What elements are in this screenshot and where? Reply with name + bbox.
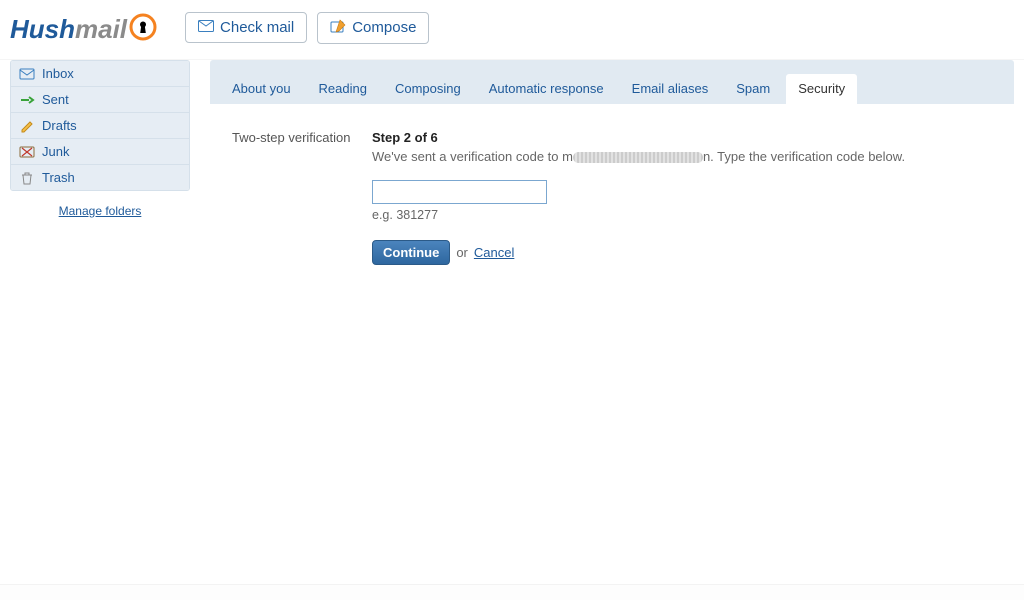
sidebar-item-junk[interactable]: Junk (11, 139, 189, 165)
tab-about-you[interactable]: About you (220, 74, 303, 104)
tab-email-aliases[interactable]: Email aliases (620, 74, 721, 104)
cancel-link[interactable]: Cancel (474, 245, 514, 260)
step-title: Step 2 of 6 (372, 130, 992, 145)
main-panel: About you Reading Composing Automatic re… (210, 60, 1014, 325)
tab-reading[interactable]: Reading (307, 74, 379, 104)
msg-prefix: We've sent a verification code to m (372, 149, 573, 164)
step-message: We've sent a verification code to m n. Ty… (372, 149, 992, 164)
inbox-icon (19, 67, 35, 81)
compose-label: Compose (352, 19, 416, 36)
continue-button[interactable]: Continue (372, 240, 450, 265)
sidebar-item-trash[interactable]: Trash (11, 165, 189, 190)
manage-folders-link[interactable]: Manage folders (59, 204, 142, 218)
sidebar-item-label: Drafts (42, 118, 77, 133)
msg-suffix: n. Type the verification code below. (703, 149, 905, 164)
sidebar-item-label: Junk (42, 144, 69, 159)
folder-list: Inbox Sent Drafts Junk Trash (10, 60, 190, 191)
check-mail-button[interactable]: Check mail (185, 12, 307, 43)
sidebar: Inbox Sent Drafts Junk Trash Manage fold… (10, 60, 190, 230)
sidebar-item-inbox[interactable]: Inbox (11, 61, 189, 87)
sidebar-item-label: Trash (42, 170, 75, 185)
example-hint: e.g. 381277 (372, 208, 992, 222)
trash-icon (19, 171, 35, 185)
settings-tabs: About you Reading Composing Automatic re… (210, 60, 1014, 104)
junk-icon (19, 145, 35, 159)
sidebar-item-label: Sent (42, 92, 69, 107)
page-header: Hushmail Check mail Compose (0, 0, 1024, 60)
two-step-label: Two-step verification (232, 130, 372, 145)
redacted-email (573, 152, 703, 163)
tab-automatic-response[interactable]: Automatic response (477, 74, 616, 104)
or-text: or (456, 245, 468, 260)
keyhole-icon (129, 13, 157, 41)
sidebar-item-drafts[interactable]: Drafts (11, 113, 189, 139)
verification-code-input[interactable] (372, 180, 547, 204)
sidebar-item-label: Inbox (42, 66, 74, 81)
compose-button[interactable]: Compose (317, 12, 429, 44)
brand-part1: Hush (10, 14, 75, 45)
tab-composing[interactable]: Composing (383, 74, 473, 104)
page-footer (0, 584, 1024, 600)
sent-icon (19, 93, 35, 107)
mail-icon (198, 19, 214, 36)
check-mail-label: Check mail (220, 19, 294, 36)
tab-spam[interactable]: Spam (724, 74, 782, 104)
manage-folders: Manage folders (10, 191, 190, 230)
brand-part2: mail (75, 14, 127, 45)
security-panel: Two-step verification Step 2 of 6 We've … (210, 104, 1014, 325)
tab-security[interactable]: Security (786, 74, 857, 104)
sidebar-item-sent[interactable]: Sent (11, 87, 189, 113)
brand-logo: Hushmail (10, 10, 175, 45)
compose-icon (330, 19, 346, 37)
drafts-icon (19, 119, 35, 133)
